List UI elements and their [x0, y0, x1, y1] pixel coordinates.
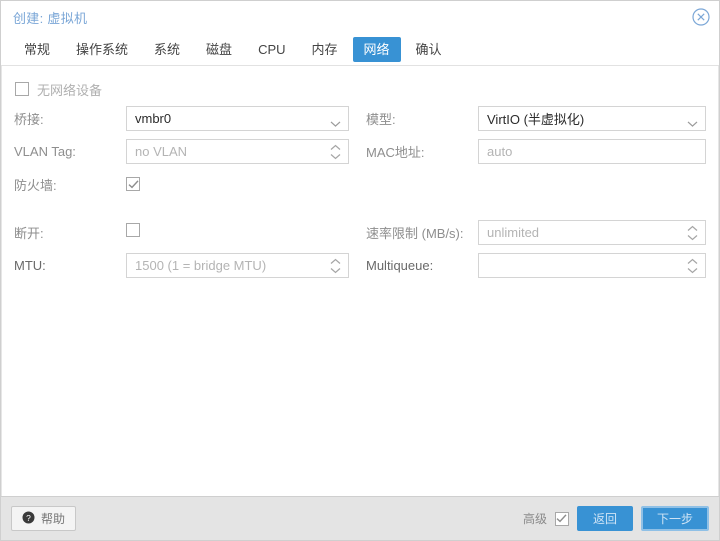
- vlan-tag-input[interactable]: no VLAN: [126, 139, 349, 164]
- vlan-tag-label: VLAN Tag:: [14, 144, 76, 159]
- form-column-right-advanced: 速率限制 (MB/s): unlimited Multiqueue:: [360, 218, 706, 284]
- create-vm-dialog: 创建: 虚拟机 常规 操作系统 系统 磁盘 CPU 内存 网络 确认 无网络设备: [0, 0, 720, 541]
- field-row-bridge: 桥接: vmbr0: [14, 104, 349, 133]
- question-circle-icon: ?: [22, 511, 35, 527]
- bridge-value: vmbr0: [135, 111, 172, 126]
- rate-limit-placeholder: unlimited: [487, 225, 540, 240]
- field-row-vlan-tag: VLAN Tag: no VLAN: [14, 137, 349, 166]
- firewall-checkbox[interactable]: [126, 177, 140, 191]
- multiqueue-stepper[interactable]: [687, 258, 698, 273]
- form-column-left-advanced: 断开: MTU: 1500 (1 = bridge MTU): [14, 218, 360, 284]
- mtu-label: MTU:: [14, 258, 46, 273]
- mtu-input[interactable]: 1500 (1 = bridge MTU): [126, 253, 349, 278]
- tab-memory[interactable]: 内存: [301, 37, 349, 62]
- back-button[interactable]: 返回: [576, 506, 633, 531]
- bridge-select[interactable]: vmbr0: [126, 106, 349, 131]
- advanced-checkbox[interactable]: [554, 511, 569, 526]
- form-column-left: 桥接: vmbr0 VLAN Tag: no VLAN 防火墙:: [14, 104, 360, 203]
- tab-system[interactable]: 系统: [143, 37, 191, 62]
- disconnect-checkbox[interactable]: [126, 223, 140, 237]
- vlan-tag-placeholder: no VLAN: [135, 144, 188, 159]
- tab-disks[interactable]: 磁盘: [195, 37, 243, 62]
- tab-bar: 常规 操作系统 系统 磁盘 CPU 内存 网络 确认: [1, 33, 719, 66]
- tab-network[interactable]: 网络: [352, 36, 401, 62]
- field-row-mtu: MTU: 1500 (1 = bridge MTU): [14, 251, 349, 280]
- model-label: 模型:: [366, 112, 396, 127]
- rate-limit-stepper[interactable]: [687, 225, 698, 240]
- page-title: 创建: 虚拟机: [13, 10, 88, 26]
- chevron-down-icon: [330, 115, 341, 127]
- chevron-down-icon: [687, 115, 698, 127]
- tab-confirm[interactable]: 确认: [405, 37, 453, 62]
- mac-address-placeholder: auto: [487, 144, 513, 159]
- dialog-header: 创建: 虚拟机: [1, 1, 719, 33]
- help-button-label: 帮助: [41, 512, 66, 526]
- mac-address-label: MAC地址:: [366, 145, 425, 160]
- disconnect-label: 断开:: [14, 226, 44, 241]
- tab-cpu[interactable]: CPU: [247, 37, 296, 62]
- svg-text:?: ?: [26, 512, 31, 522]
- field-row-rate-limit: 速率限制 (MB/s): unlimited: [366, 218, 706, 247]
- no-network-device-checkbox[interactable]: [15, 82, 29, 96]
- multiqueue-label: Multiqueue:: [366, 258, 434, 273]
- rate-limit-input[interactable]: unlimited: [478, 220, 706, 245]
- form-columns-primary: 桥接: vmbr0 VLAN Tag: no VLAN 防火墙: 模型: Vir…: [14, 104, 706, 203]
- model-select[interactable]: VirtIO (半虚拟化): [478, 106, 706, 131]
- form-column-right: 模型: VirtIO (半虚拟化) MAC地址: auto: [360, 104, 706, 203]
- model-value: VirtIO (半虚拟化): [487, 112, 585, 127]
- mtu-stepper[interactable]: [330, 258, 341, 273]
- advanced-label: 高级: [522, 512, 547, 526]
- mtu-placeholder: 1500 (1 = bridge MTU): [135, 258, 267, 273]
- multiqueue-input[interactable]: [478, 253, 706, 278]
- bridge-label: 桥接:: [14, 112, 44, 127]
- form-columns-advanced: 断开: MTU: 1500 (1 = bridge MTU) 速率限制 (MB/…: [14, 218, 706, 284]
- tab-general[interactable]: 常规: [13, 37, 61, 62]
- field-row-firewall: 防火墙:: [14, 170, 349, 199]
- tab-os[interactable]: 操作系统: [65, 37, 139, 62]
- vlan-tag-stepper[interactable]: [330, 144, 341, 159]
- next-button[interactable]: 下一步: [640, 506, 709, 531]
- field-row-mac-address: MAC地址: auto: [366, 137, 706, 166]
- field-row-model: 模型: VirtIO (半虚拟化): [366, 104, 706, 133]
- firewall-label: 防火墙:: [14, 178, 57, 193]
- network-form-panel: 无网络设备 桥接: vmbr0 VLAN Tag: no VLAN 防火墙: 模…: [1, 66, 719, 496]
- dialog-footer: ? 帮助 高级 返回 下一步: [1, 496, 719, 540]
- close-circle-icon[interactable]: [691, 7, 711, 27]
- field-row-disconnect: 断开:: [14, 218, 349, 247]
- mac-address-input[interactable]: auto: [478, 139, 706, 164]
- no-network-device-label: 无网络设备: [37, 82, 103, 98]
- field-row-multiqueue: Multiqueue:: [366, 251, 706, 280]
- help-button[interactable]: ? 帮助: [11, 506, 77, 531]
- no-network-device-row: 无网络设备: [14, 78, 706, 100]
- rate-limit-label: 速率限制 (MB/s):: [366, 226, 464, 241]
- footer-actions: 高级 返回 下一步: [523, 506, 709, 531]
